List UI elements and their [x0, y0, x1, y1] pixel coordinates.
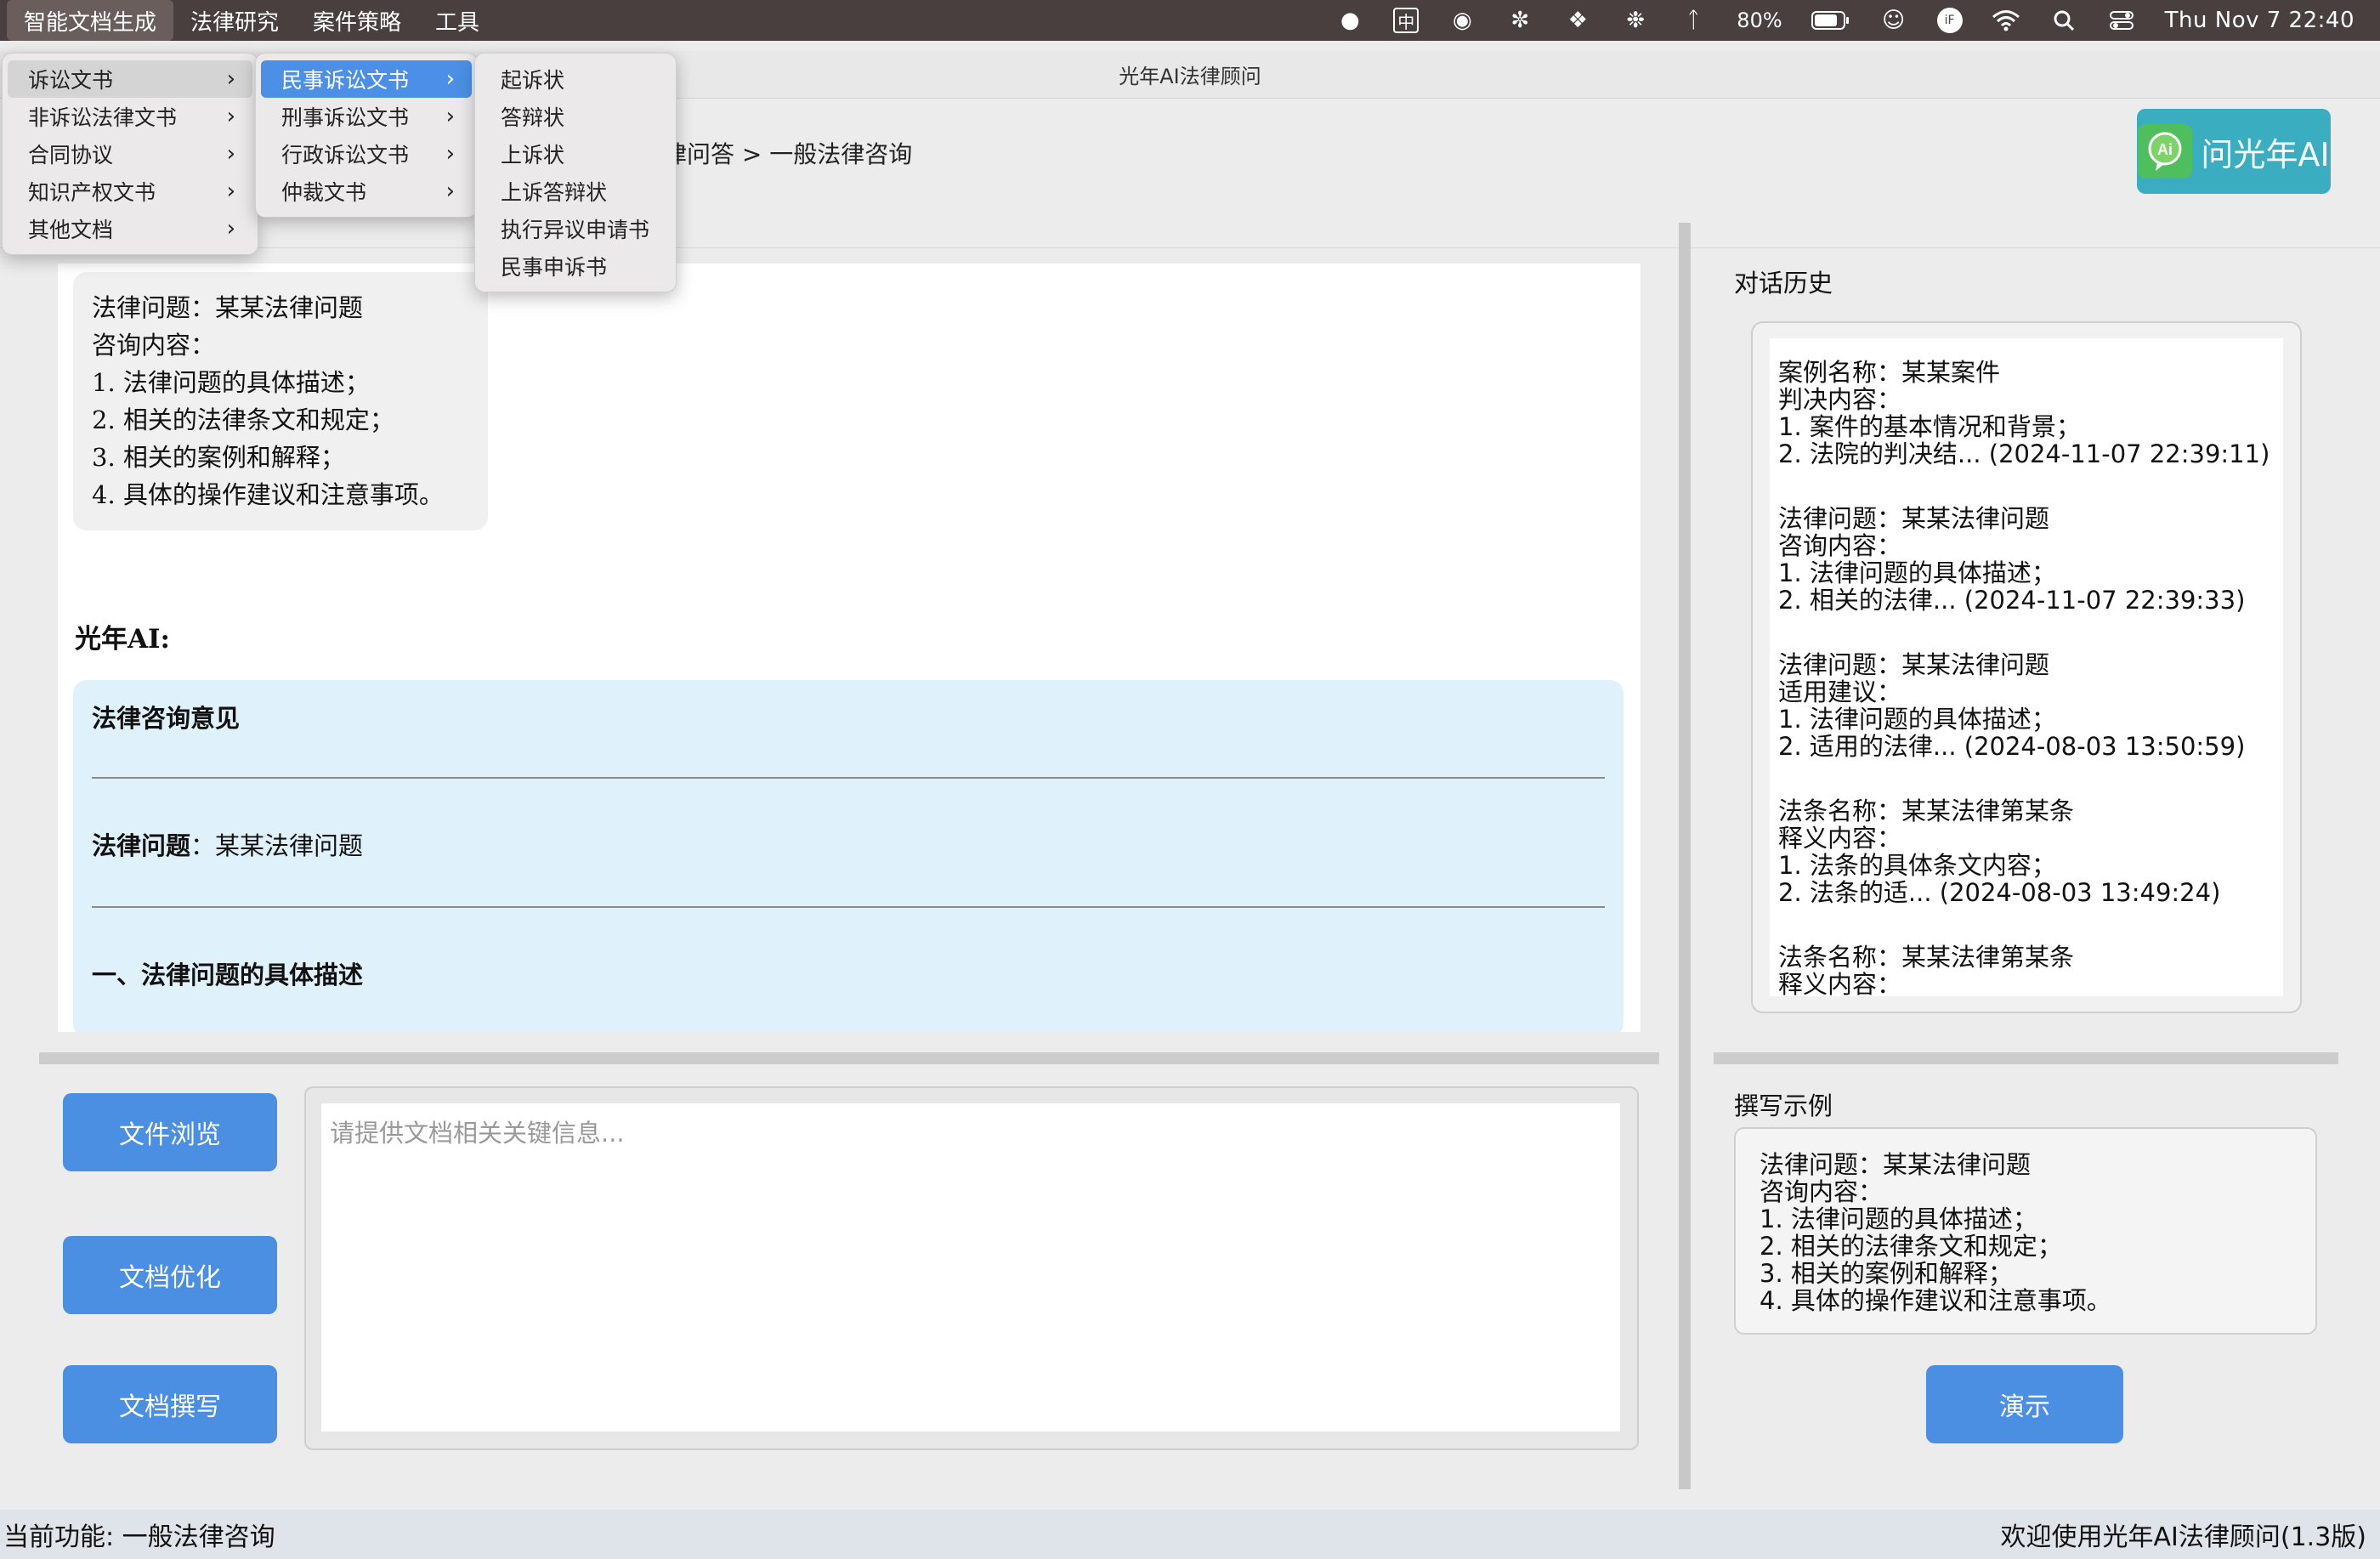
chevron-right-icon: › [445, 141, 455, 167]
svg-text:Ai: Ai [2157, 141, 2173, 158]
menu-item-ip[interactable]: 知识产权文书 › [8, 173, 252, 210]
menu-item-label: 民事诉讼文书 [281, 68, 410, 93]
chevron-right-icon: › [226, 104, 235, 129]
user-line: 4. 具体的操作建议和注意事项。 [92, 480, 444, 509]
menu-item-label: 行政诉讼文书 [281, 143, 410, 167]
chevron-right-icon: › [226, 179, 235, 204]
ai-message-bubble: 法律咨询意见 法律问题：某某法律问题 一、法律问题的具体描述 [73, 680, 1624, 1032]
battery-icon[interactable] [1810, 6, 1850, 35]
horizontal-splitter-left[interactable] [39, 1052, 1659, 1064]
user-line: 1. 法律问题的具体描述； [92, 368, 370, 397]
menu-item-civil[interactable]: 民事诉讼文书 › [261, 60, 472, 98]
menu-level2: 民事诉讼文书 › 刑事诉讼文书 › 行政诉讼文书 › 仲裁文书 › [255, 53, 478, 218]
user-icon[interactable]: ☺ [1879, 6, 1908, 35]
menu-item-contracts[interactable]: 合同协议 › [8, 135, 252, 173]
history-item[interactable]: 案例名称：某某案件 判决内容： 1. 案件的基本情况和背景； 2. 法院的判决结… [1778, 359, 2275, 468]
menu-item-label: 其他文档 [28, 218, 114, 242]
user-line: 2. 相关的法律条文和规定； [92, 405, 394, 434]
history-item[interactable]: 法律问题：某某法律问题 咨询内容： 1. 法律问题的具体描述； 2. 相关的法律… [1778, 505, 2275, 614]
chat-panel[interactable]: 法律问题：某某法律问题 咨询内容： 1. 法律问题的具体描述； 2. 相关的法律… [58, 264, 1640, 1032]
history-title: 对话历史 [1734, 269, 1833, 298]
ai-sender-label: 光年AI: [75, 624, 170, 655]
menu-level1: 诉讼文书 › 非诉讼法律文书 › 合同协议 › 知识产权文书 › 其他文档 › [2, 53, 258, 255]
menu-item-criminal[interactable]: 刑事诉讼文书 › [261, 98, 472, 135]
menu-item-label: 合同协议 [28, 143, 114, 167]
vertical-splitter[interactable] [1679, 223, 1691, 1489]
ai-response-title: 法律咨询意见 [92, 704, 241, 733]
openai-icon[interactable]: ❉ [1621, 6, 1650, 35]
chevron-right-icon: › [226, 141, 235, 167]
menu-item-defense[interactable]: 答辩状 [480, 98, 671, 135]
history-item[interactable]: 法条名称：某某法律第某条 释义内容： [1778, 944, 2275, 996]
status-bar: 当前功能: 一般法律咨询 欢迎使用光年AI法律顾问(1.3版) [0, 1510, 2380, 1559]
history-item[interactable]: 法律问题：某某法律问题 适用建议： 1. 法律问题的具体描述； 2. 适用的法律… [1778, 651, 2275, 760]
menu-item-arbitration[interactable]: 仲裁文书 › [261, 173, 472, 210]
menu-item-non-litigation[interactable]: 非诉讼法律文书 › [8, 98, 252, 135]
user-line: 3. 相关的案例和解释； [92, 443, 345, 472]
document-info-input[interactable]: 请提供文档相关关键信息... [321, 1103, 1620, 1431]
doc-optimize-button[interactable]: 文档优化 [63, 1236, 277, 1314]
system-menubar: 智能文档生成 法律研究 案件策略 工具 ● 中 ◉ ✼ ❖ ❉ ᛏ 80% ☺ … [0, 0, 2380, 41]
menu-smart-doc[interactable]: 智能文档生成 [7, 0, 174, 41]
history-item[interactable]: 法条名称：某某法律第某条 释义内容： 1. 法条的具体条文内容； 2. 法条的适… [1778, 797, 2275, 906]
clock: Thu Nov 7 22:40 [2164, 8, 2354, 33]
chevron-right-icon: › [445, 66, 455, 92]
writing-example: 法律问题：某某法律问题 咨询内容： 1. 法律问题的具体描述； 2. 相关的法律… [1734, 1127, 2317, 1335]
ai-section-heading: 一、法律问题的具体描述 [92, 961, 364, 989]
microphone-icon[interactable]: ● [1335, 6, 1364, 35]
menu-case-strategy[interactable]: 案件策略 [296, 0, 418, 41]
menu-item-other[interactable]: 其他文档 › [8, 210, 252, 247]
menu-item-administrative[interactable]: 行政诉讼文书 › [261, 135, 472, 173]
user-line: 法律问题：某某法律问题 [92, 293, 364, 322]
ai-issue-value: ：某某法律问题 [190, 831, 364, 860]
menu-level3: 起诉状 答辩状 上诉状 上诉答辩状 执行异议申请书 民事申诉书 [474, 53, 677, 292]
menu-tools[interactable]: 工具 [418, 0, 496, 41]
battery-percent: 80% [1737, 9, 1782, 32]
ask-ai-label: 问光年AI [2201, 135, 2330, 173]
menu-item-label: 仲裁文书 [281, 180, 367, 205]
menu-item-label: 知识产权文书 [28, 180, 156, 205]
divider [92, 906, 1605, 908]
chevron-right-icon: › [226, 66, 235, 92]
menu-item-label: 非诉讼法律文书 [28, 105, 178, 130]
status-icons: ● 中 ◉ ✼ ❖ ❉ ᛏ 80% ☺ iF Thu Nov 7 22:40 [1335, 0, 2354, 41]
user-line: 咨询内容： [92, 331, 216, 360]
chevron-right-icon: › [226, 216, 235, 241]
menu-item-complaint[interactable]: 起诉状 [480, 60, 671, 98]
dropbox-icon[interactable]: ❖ [1563, 6, 1592, 35]
history-list[interactable]: 案例名称：某某案件 判决内容： 1. 案件的基本情况和背景； 2. 法院的判决结… [1770, 338, 2283, 996]
menu-item-civil-petition[interactable]: 民事申诉书 [480, 247, 671, 285]
wechat-icon[interactable]: ◉ [1448, 6, 1476, 35]
bluetooth-icon[interactable]: ᛏ [1679, 6, 1708, 35]
divider [92, 777, 1605, 779]
breadcrumb: 律问答 > 一般法律咨询 [663, 140, 913, 168]
ai-chat-icon: Ai [2138, 124, 2193, 179]
chevron-right-icon: › [445, 104, 455, 129]
menu-item-appeal[interactable]: 上诉状 [480, 135, 671, 173]
doc-write-button[interactable]: 文档撰写 [63, 1365, 277, 1443]
search-icon[interactable] [2049, 6, 2078, 35]
menu-item-label: 刑事诉讼文书 [281, 105, 410, 130]
wifi-icon[interactable] [1992, 6, 2020, 35]
example-title: 撰写示例 [1734, 1091, 1833, 1120]
file-browse-button[interactable]: 文件浏览 [63, 1093, 277, 1171]
horizontal-splitter-right[interactable] [1714, 1052, 2338, 1064]
menu-item-appeal-defense[interactable]: 上诉答辩状 [480, 173, 671, 210]
ask-ai-button[interactable]: Ai 问光年AI [2137, 109, 2331, 194]
control-center-icon[interactable] [2107, 6, 2136, 35]
compass-icon[interactable]: ✼ [1505, 6, 1534, 35]
status-current-function: 当前功能: 一般法律咨询 [3, 1522, 275, 1552]
status-welcome: 欢迎使用光年AI法律顾问(1.3版) [2000, 1522, 2367, 1552]
ifly-icon[interactable]: iF [1936, 8, 1963, 33]
menu-item-execution-objection[interactable]: 执行异议申请书 [480, 210, 671, 247]
user-message-bubble: 法律问题：某某法律问题 咨询内容： 1. 法律问题的具体描述； 2. 相关的法律… [73, 272, 488, 530]
demo-button[interactable]: 演示 [1926, 1365, 2123, 1443]
menu-legal-research[interactable]: 法律研究 [173, 0, 296, 41]
ai-issue-line: 法律问题：某某法律问题 [92, 826, 363, 862]
menu-item-label: 诉讼文书 [28, 68, 114, 93]
ime-icon[interactable]: 中 [1393, 8, 1420, 33]
chevron-right-icon: › [445, 179, 455, 204]
ai-issue-label: 法律问题 [92, 831, 191, 860]
menu-item-litigation[interactable]: 诉讼文书 › [8, 60, 252, 98]
